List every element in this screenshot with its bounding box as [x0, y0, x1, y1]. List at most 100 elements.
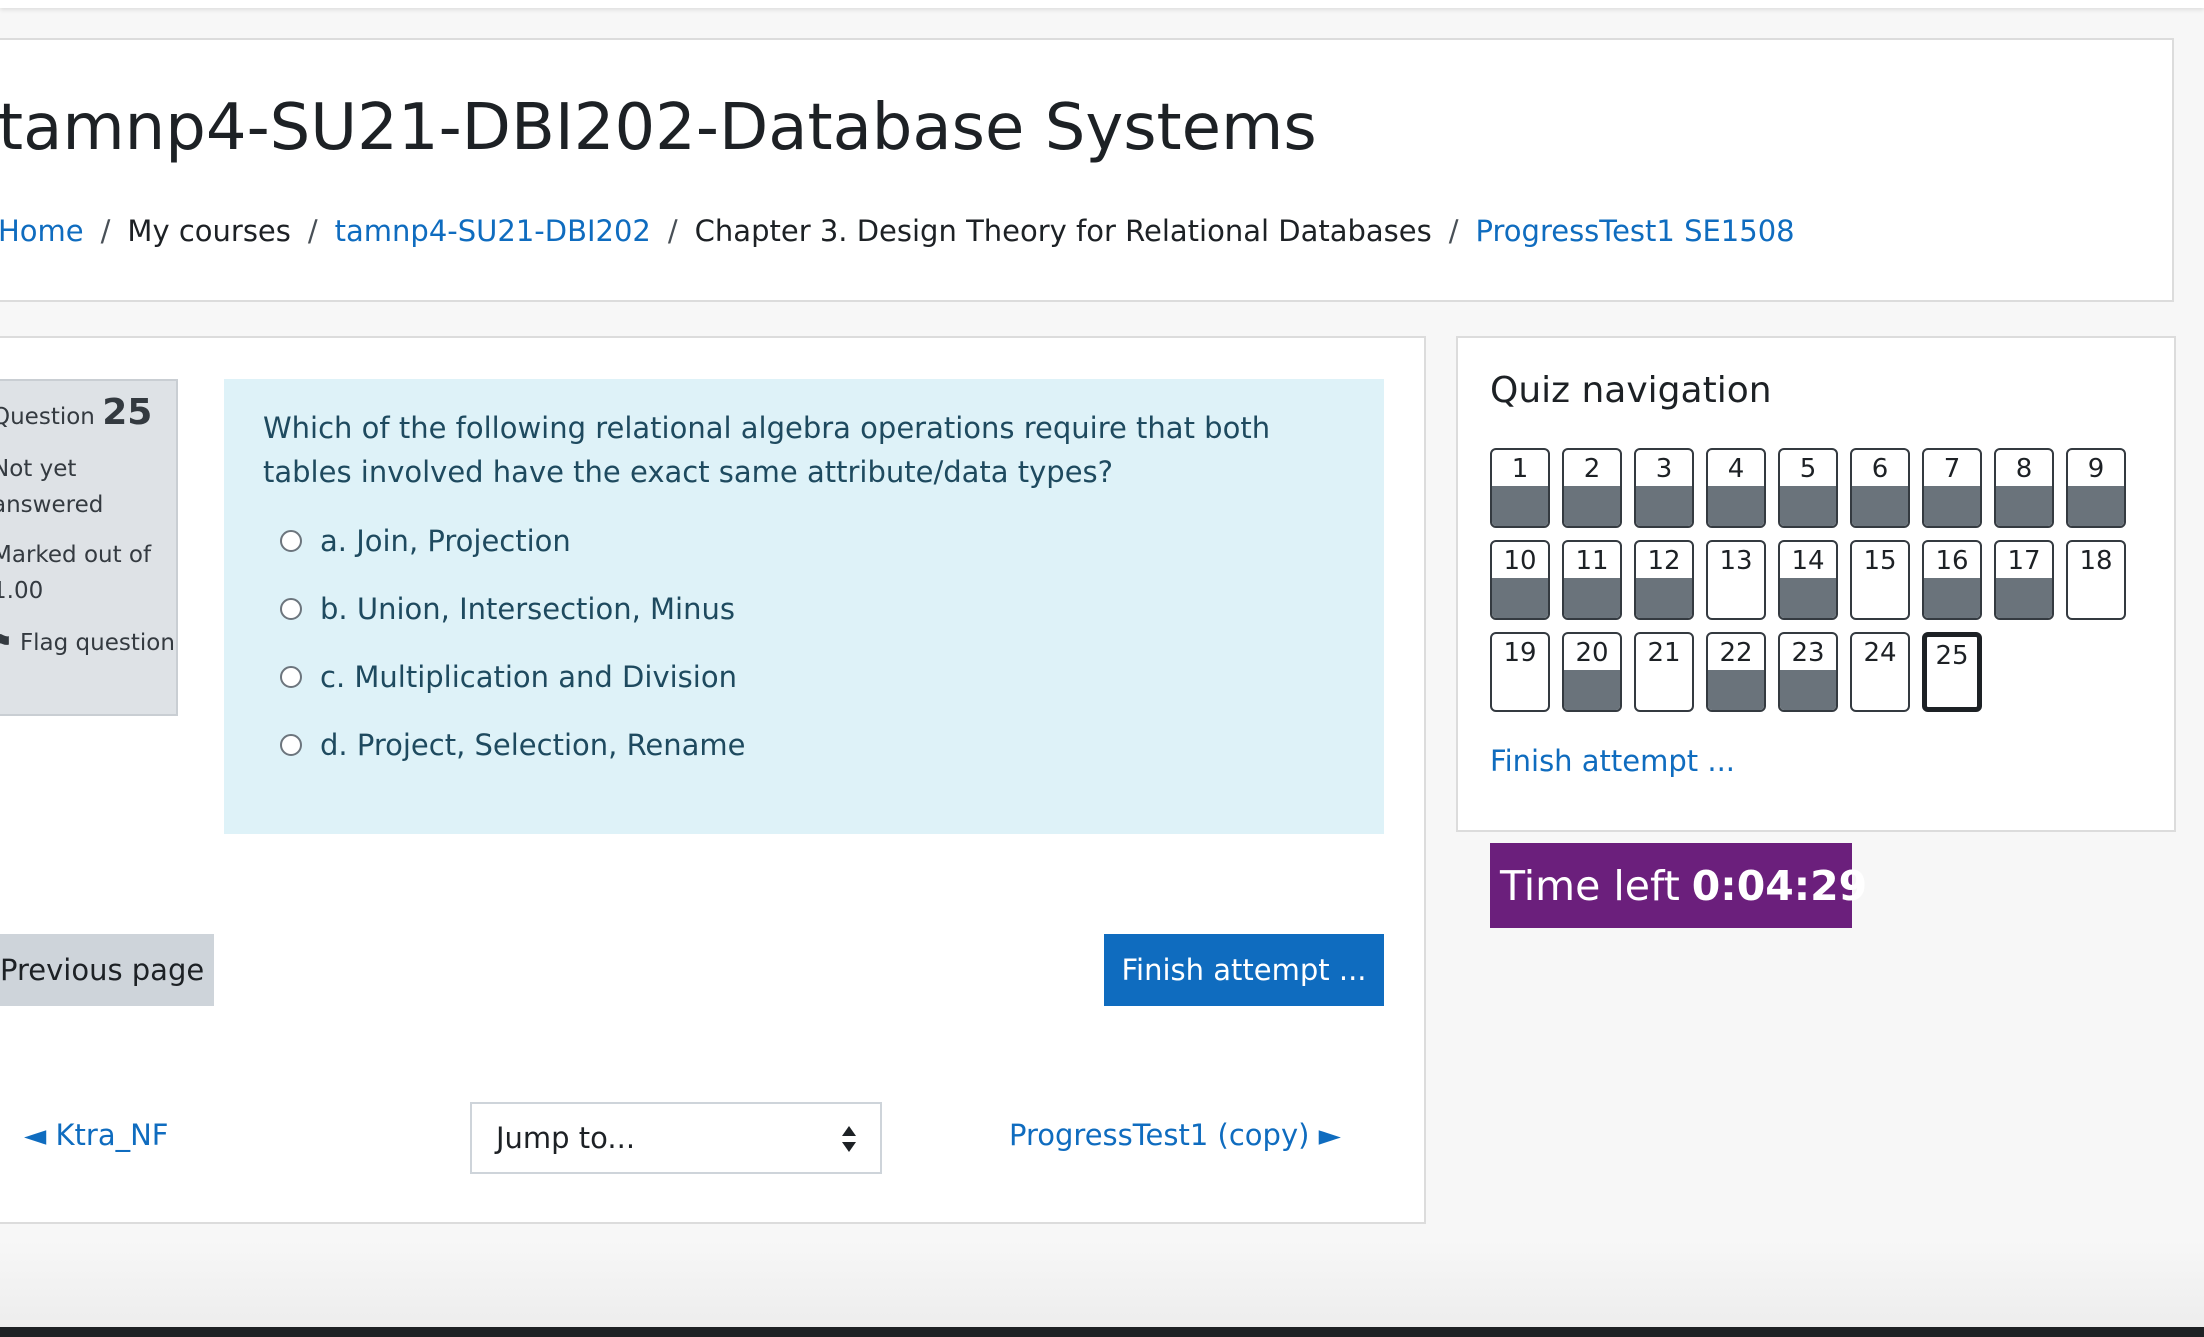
answered-indicator — [1492, 486, 1548, 526]
quiz-nav-number: 20 — [1575, 638, 1609, 668]
quiz-nav-number: 21 — [1647, 638, 1681, 668]
breadcrumb-quiz[interactable]: ProgressTest1 SE1508 — [1476, 214, 1795, 248]
quiz-nav-button-23[interactable]: 23 — [1778, 632, 1838, 712]
quiz-nav-number: 1 — [1511, 454, 1529, 484]
quiz-nav-button-9[interactable]: 9 — [2066, 448, 2126, 528]
question-content: Which of the following relational algebr… — [224, 379, 1384, 834]
quiz-nav-number: 19 — [1503, 638, 1537, 668]
answered-indicator — [2068, 486, 2124, 526]
quiz-nav-button-20[interactable]: 20 — [1562, 632, 1622, 712]
answered-indicator — [1708, 486, 1764, 526]
quiz-nav-button-24[interactable]: 24 — [1850, 632, 1910, 712]
quiz-nav-button-19[interactable]: 19 — [1490, 632, 1550, 712]
select-arrows-icon — [842, 1126, 856, 1152]
radio-button[interactable] — [280, 734, 302, 756]
answered-indicator — [1996, 486, 2052, 526]
timer-value: 0:04:29 — [1691, 861, 1868, 910]
breadcrumb: Home / My courses / tamnp4-SU21-DBI202 / Chapt… — [0, 214, 1795, 248]
quiz-nav-button-2[interactable]: 2 — [1562, 448, 1622, 528]
quiz-nav-button-14[interactable]: 14 — [1778, 540, 1838, 620]
quiz-navigation-title: Quiz navigation — [1490, 370, 1772, 411]
quiz-nav-button-22[interactable]: 22 — [1706, 632, 1766, 712]
answered-indicator — [1924, 486, 1980, 526]
top-bar — [0, 0, 2204, 8]
quiz-nav-button-8[interactable]: 8 — [1994, 448, 2054, 528]
answered-indicator — [1708, 670, 1764, 710]
quiz-nav-button-6[interactable]: 6 — [1850, 448, 1910, 528]
bottom-bar — [0, 1327, 2204, 1337]
quiz-nav-button-12[interactable]: 12 — [1634, 540, 1694, 620]
finish-attempt-button[interactable]: Finish attempt ... — [1104, 934, 1384, 1006]
jump-to-select[interactable]: Jump to... — [470, 1102, 882, 1174]
question-number: Question 25 — [0, 392, 153, 433]
finish-attempt-link[interactable]: Finish attempt ... — [1490, 744, 1735, 778]
quiz-nav-number: 13 — [1719, 546, 1753, 576]
quiz-nav-number: 18 — [2079, 546, 2113, 576]
previous-activity-link[interactable]: ◄ Ktra_NF — [24, 1118, 168, 1152]
answered-indicator — [1924, 578, 1980, 618]
quiz-nav-number: 25 — [1935, 641, 1969, 671]
next-activity-link[interactable]: ProgressTest1 (copy) ► — [1009, 1118, 1341, 1152]
quiz-nav-number: 9 — [2087, 454, 2105, 484]
radio-button[interactable] — [280, 530, 302, 552]
quiz-nav-button-4[interactable]: 4 — [1706, 448, 1766, 528]
quiz-nav-button-25[interactable]: 25 — [1922, 632, 1982, 712]
breadcrumb-home[interactable]: Home — [0, 214, 84, 248]
answered-indicator — [1564, 578, 1620, 618]
breadcrumb-separator: / — [1448, 214, 1459, 248]
quiz-nav-number: 5 — [1799, 454, 1817, 484]
quiz-nav-button-17[interactable]: 17 — [1994, 540, 2054, 620]
question-info: Question 25 Not yet answered Marked out … — [0, 379, 178, 716]
question-state: Not yet answered — [0, 456, 104, 518]
quiz-nav-number: 3 — [1655, 454, 1673, 484]
flag-question-button[interactable]: ⚑ Flag question — [0, 625, 175, 661]
radio-button[interactable] — [280, 598, 302, 620]
quiz-nav-button-13[interactable]: 13 — [1706, 540, 1766, 620]
breadcrumb-course[interactable]: tamnp4-SU21-DBI202 — [335, 214, 651, 248]
flag-icon: ⚑ — [0, 630, 13, 656]
quiz-nav-number: 15 — [1863, 546, 1897, 576]
quiz-nav-button-18[interactable]: 18 — [2066, 540, 2126, 620]
breadcrumb-my-courses: My courses — [127, 214, 291, 248]
page-header — [0, 38, 2174, 302]
answered-indicator — [1564, 670, 1620, 710]
quiz-nav-button-7[interactable]: 7 — [1922, 448, 1982, 528]
quiz-nav-number: 16 — [1935, 546, 1969, 576]
answer-option[interactable]: d. Project, Selection, Rename — [280, 728, 746, 762]
quiz-nav-button-11[interactable]: 11 — [1562, 540, 1622, 620]
radio-button[interactable] — [280, 666, 302, 688]
quiz-nav-button-16[interactable]: 16 — [1922, 540, 1982, 620]
breadcrumb-separator: / — [100, 214, 111, 248]
quiz-nav-number: 10 — [1503, 546, 1537, 576]
breadcrumb-section: Chapter 3. Design Theory for Relational … — [694, 214, 1432, 248]
quiz-nav-number: 24 — [1863, 638, 1897, 668]
question-text: Which of the following relational algebr… — [263, 411, 1271, 489]
breadcrumb-separator: / — [667, 214, 678, 248]
quiz-nav-button-21[interactable]: 21 — [1634, 632, 1694, 712]
quiz-nav-number: 23 — [1791, 638, 1825, 668]
answered-indicator — [1492, 578, 1548, 618]
quiz-nav-number: 6 — [1871, 454, 1889, 484]
answer-option[interactable]: b. Union, Intersection, Minus — [280, 592, 735, 626]
quiz-nav-number: 22 — [1719, 638, 1753, 668]
quiz-nav-button-1[interactable]: 1 — [1490, 448, 1550, 528]
answered-indicator — [1780, 670, 1836, 710]
quiz-nav-button-10[interactable]: 10 — [1490, 540, 1550, 620]
quiz-nav-number: 8 — [2015, 454, 2033, 484]
quiz-nav-button-5[interactable]: 5 — [1778, 448, 1838, 528]
breadcrumb-separator: / — [307, 214, 318, 248]
quiz-nav-number: 11 — [1575, 546, 1609, 576]
quiz-nav-number: 17 — [2007, 546, 2041, 576]
answer-option[interactable]: a. Join, Projection — [280, 524, 571, 558]
jump-to-label: Jump to... — [496, 1121, 636, 1155]
answer-option[interactable]: c. Multiplication and Division — [280, 660, 737, 694]
previous-page-button[interactable]: Previous page — [0, 934, 214, 1006]
answered-indicator — [1780, 486, 1836, 526]
quiz-nav-button-3[interactable]: 3 — [1634, 448, 1694, 528]
answered-indicator — [1852, 486, 1908, 526]
answered-indicator — [1780, 578, 1836, 618]
question-marks: Marked out of 1.00 — [0, 542, 152, 604]
quiz-nav-number: 14 — [1791, 546, 1825, 576]
quiz-nav-number: 2 — [1583, 454, 1601, 484]
quiz-nav-button-15[interactable]: 15 — [1850, 540, 1910, 620]
